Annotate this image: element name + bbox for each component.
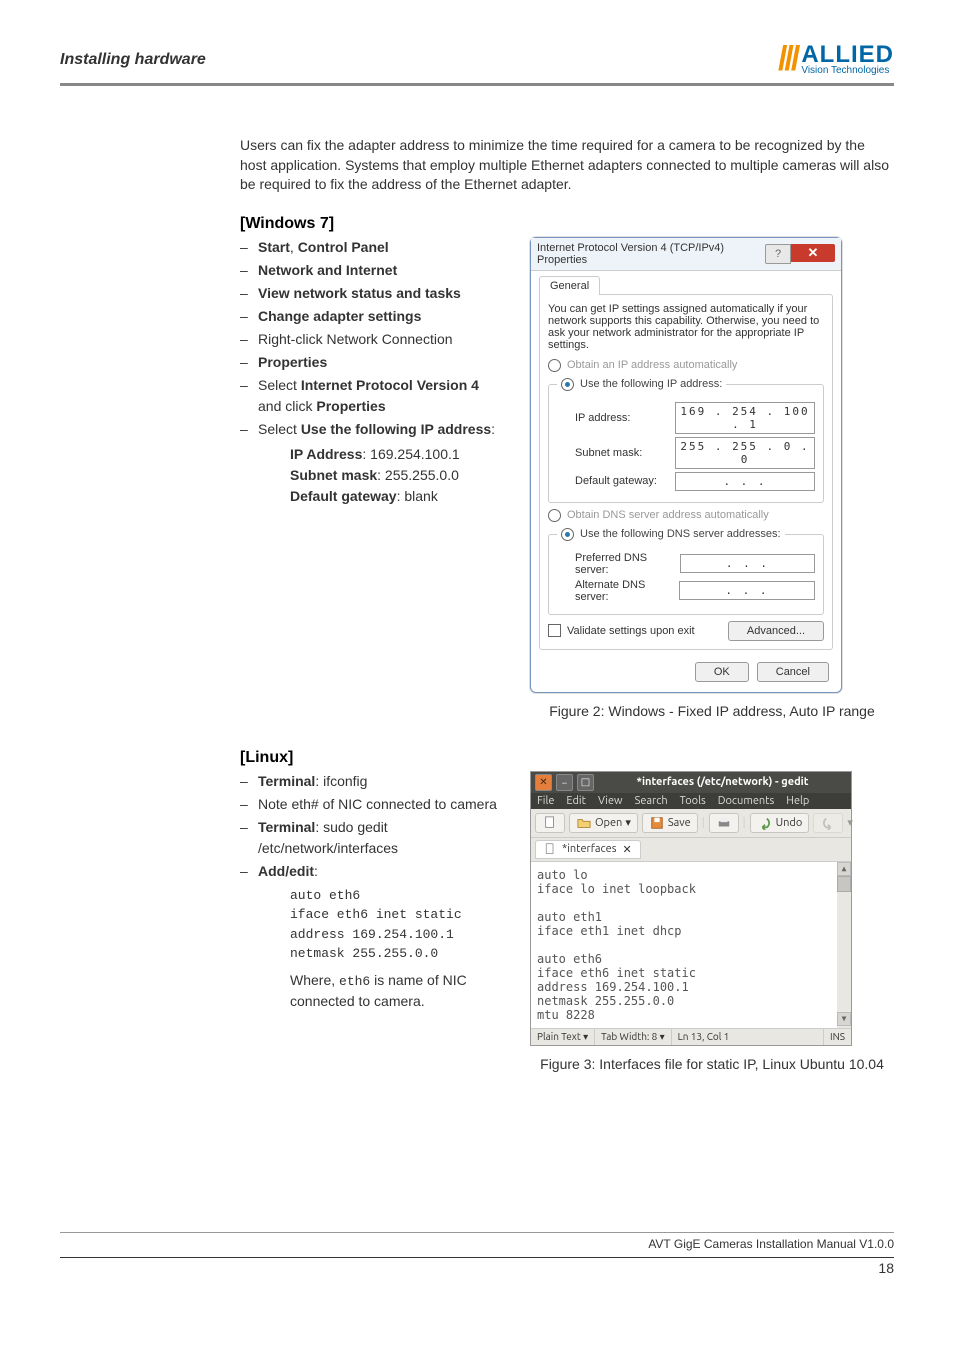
figure3-caption: Figure 3: Interfaces file for static IP,… — [530, 1056, 894, 1072]
tcpip-dialog: Internet Protocol Version 4 (TCP/IPv4) P… — [530, 237, 842, 693]
radio-static-dns[interactable] — [561, 528, 574, 541]
print-button[interactable] — [709, 813, 739, 833]
step-start: Start — [258, 239, 290, 255]
close-button[interactable]: ✕ — [791, 244, 835, 262]
advanced-button[interactable]: Advanced... — [728, 621, 824, 641]
step-properties: Properties — [258, 354, 327, 370]
step-adapter: Change adapter settings — [258, 308, 421, 324]
linux-code-block: auto eth6 iface eth6 inet static address… — [290, 886, 500, 964]
status-mode: INS — [824, 1029, 851, 1045]
gedit-minimize-icon[interactable]: − — [556, 774, 573, 791]
menu-tools[interactable]: Tools — [680, 795, 706, 807]
gedit-title: *interfaces (/etc/network) - gedit — [598, 776, 847, 788]
help-button[interactable]: ? — [765, 244, 791, 264]
brand-sub: Vision Technologies — [801, 66, 894, 75]
menu-edit[interactable]: Edit — [566, 795, 586, 807]
status-cursor: Ln 13, Col 1 — [672, 1029, 824, 1045]
brand-main: ALLIED — [801, 44, 894, 66]
header-bar: Installing hardware /// ALLIED Vision Te… — [60, 40, 894, 86]
preferred-dns-field[interactable]: . . . — [680, 554, 815, 573]
linux-heading: [Linux] — [240, 749, 894, 767]
step-status: View network status and tasks — [258, 285, 461, 301]
gedit-window: ✕ − □ *interfaces (/etc/network) - gedit… — [530, 771, 852, 1046]
scrollbar[interactable]: ▲▼ — [837, 862, 851, 1028]
brand-logo: /// ALLIED Vision Technologies — [778, 40, 894, 79]
tab-close-icon[interactable]: ✕ — [622, 843, 631, 856]
ok-button[interactable]: OK — [695, 662, 749, 682]
default-gateway-field[interactable]: . . . — [675, 472, 815, 491]
figure2-caption: Figure 2: Windows - Fixed IP address, Au… — [530, 703, 894, 719]
radio-auto-dns[interactable] — [548, 509, 561, 522]
radio-auto-ip[interactable] — [548, 359, 561, 372]
menu-help[interactable]: Help — [786, 795, 809, 807]
brand-slashes-icon: /// — [778, 40, 797, 79]
step-network: Network and Internet — [258, 262, 397, 278]
ip-address-field[interactable]: 169 . 254 . 100 . 1 — [675, 402, 815, 434]
validate-checkbox[interactable] — [548, 624, 561, 637]
page-number: 18 — [878, 1260, 894, 1276]
dialog-desc: You can get IP settings assigned automat… — [548, 303, 824, 351]
undo-button[interactable]: Undo — [750, 813, 810, 833]
step-rightclick: Right-click Network Connection — [258, 331, 453, 347]
gedit-statusbar: Plain Text Tab Width: 8 Ln 13, Col 1 INS — [531, 1028, 851, 1045]
open-button[interactable]: Open ▾ — [569, 813, 638, 833]
alternate-dns-field[interactable]: . . . — [679, 581, 815, 600]
radio-static-ip[interactable] — [561, 378, 574, 391]
gedit-close-icon[interactable]: ✕ — [535, 774, 552, 791]
status-tabwidth[interactable]: Tab Width: 8 — [595, 1029, 672, 1045]
linux-steps: Terminal: ifconfig Note eth# of NIC conn… — [240, 771, 500, 1072]
menu-documents[interactable]: Documents — [718, 795, 775, 807]
redo-button[interactable] — [813, 813, 843, 833]
footer-doc-title: AVT GigE Cameras Installation Manual V1.… — [648, 1237, 894, 1251]
gedit-tab[interactable]: *interfaces ✕ — [535, 840, 641, 859]
document-icon — [544, 843, 556, 855]
subnet-mask-field[interactable]: 255 . 255 . 0 . 0 — [675, 437, 815, 469]
chapter-title: Installing hardware — [60, 51, 206, 69]
tab-general[interactable]: General — [539, 276, 600, 295]
menu-search[interactable]: Search — [635, 795, 668, 807]
save-button[interactable]: Save — [642, 813, 698, 833]
gedit-menubar[interactable]: File Edit View Search Tools Documents He… — [531, 793, 851, 809]
gedit-toolbar: Open ▾ Save | | Undo ▾ — [531, 809, 851, 838]
gedit-editor[interactable]: auto lo iface lo inet loopback auto eth1… — [531, 862, 851, 1028]
menu-file[interactable]: File — [537, 795, 554, 807]
cancel-button[interactable]: Cancel — [757, 662, 829, 682]
menu-view[interactable]: View — [598, 795, 623, 807]
gedit-maximize-icon[interactable]: □ — [577, 774, 594, 791]
intro-paragraph: Users can fix the adapter address to min… — [240, 136, 894, 195]
new-button[interactable] — [535, 813, 565, 833]
dialog-title: Internet Protocol Version 4 (TCP/IPv4) P… — [537, 242, 765, 266]
status-syntax[interactable]: Plain Text — [531, 1029, 595, 1045]
windows-heading: [Windows 7] — [240, 215, 894, 233]
windows-steps: Start, Control Panel Network and Interne… — [240, 237, 500, 719]
